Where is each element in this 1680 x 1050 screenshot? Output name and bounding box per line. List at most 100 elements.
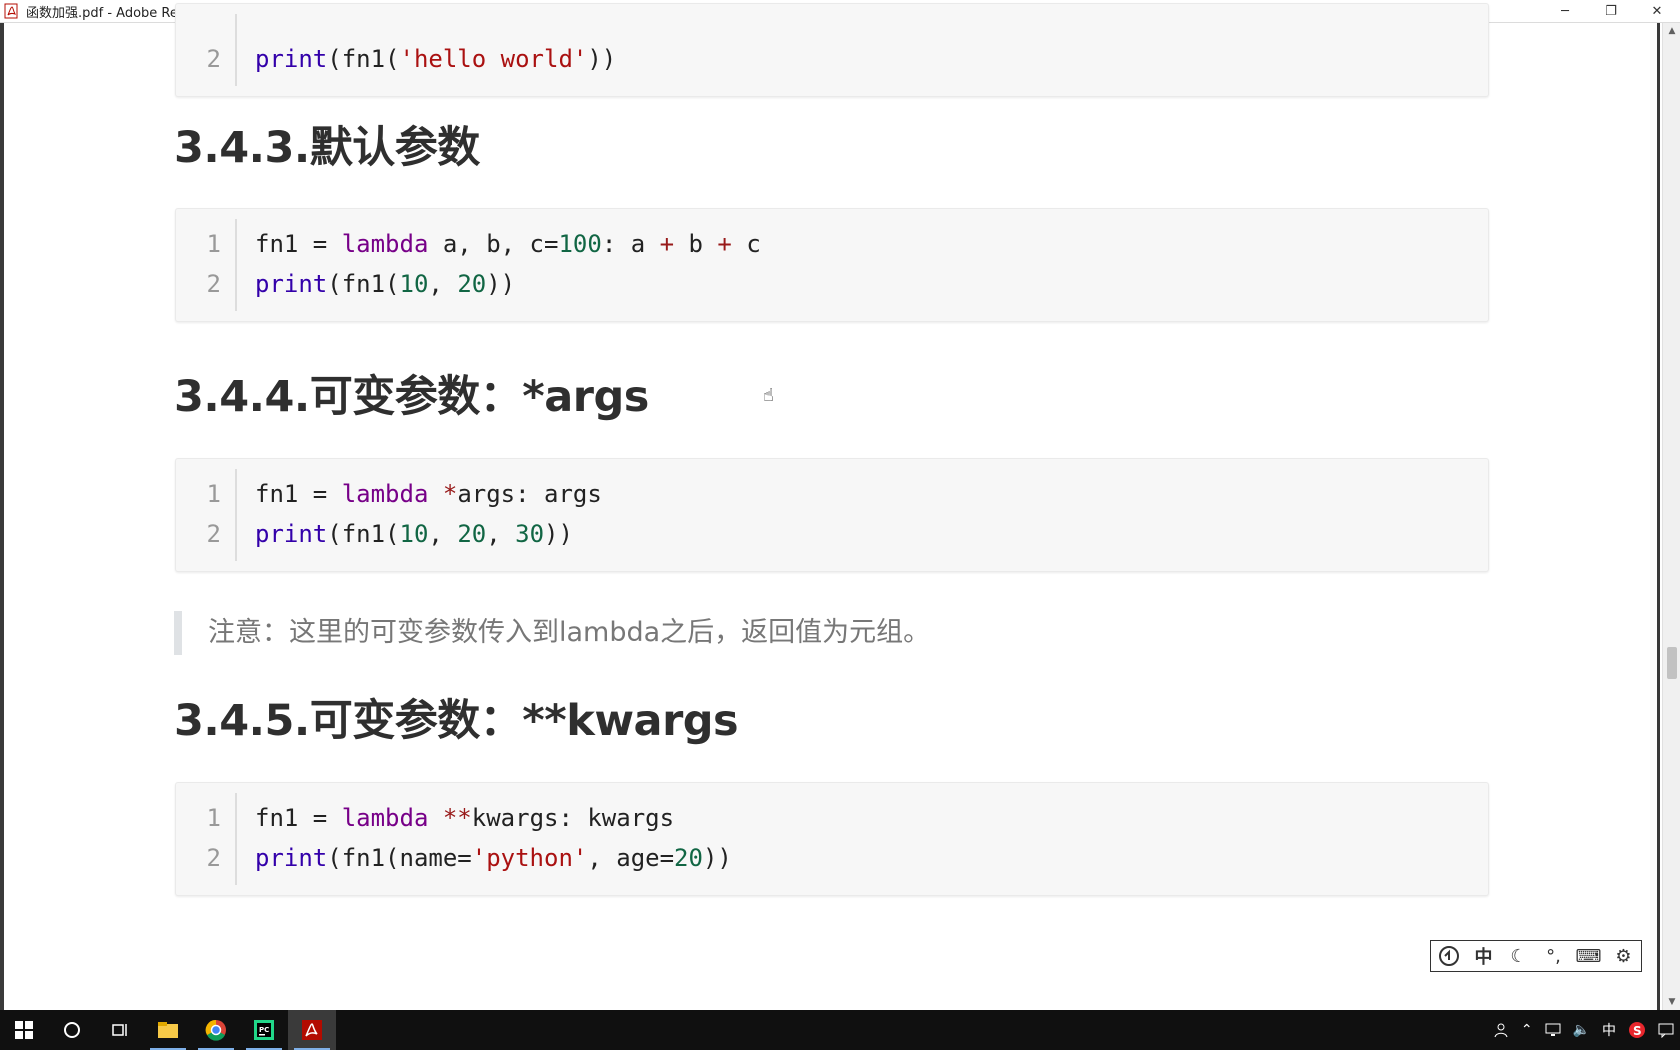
line-number: 2 (206, 45, 221, 73)
network-icon[interactable] (1539, 1023, 1567, 1037)
code-line: 1 fn1 = lambda **kwargs: kwargs (176, 797, 1488, 839)
code-token: b (674, 230, 718, 258)
chrome-icon[interactable] (192, 1010, 240, 1050)
code-token: print (255, 270, 328, 298)
code-text: print(fn1(name='python', age=20)) (255, 837, 732, 879)
code-token: (fn1( (327, 270, 400, 298)
code-token: 'python' (471, 844, 588, 872)
code-block-kwargs: 1 fn1 = lambda **kwargs: kwargs 2 print(fn1… (175, 782, 1489, 896)
adobe-reader-icon[interactable] (288, 1010, 336, 1050)
code-token: fn1 = (255, 804, 342, 832)
code-token: )) (587, 45, 617, 73)
document-viewer[interactable]: 2 print(fn1('hello world')) 3.4.3.默认参数 1f… (0, 3, 1680, 1010)
section-heading-args: 3.4.4.可变参数：*args (174, 372, 649, 422)
code-token: 100 (558, 230, 602, 258)
pycharm-icon[interactable]: PC (240, 1010, 288, 1050)
code-token: (fn1(name= (327, 844, 472, 872)
scroll-up-icon[interactable]: ▲ (1663, 23, 1680, 39)
code-token: (fn1( (327, 45, 400, 73)
code-token: 'hello world' (399, 45, 588, 73)
note-blockquote: 注意：这里的可变参数传入到lambda之后，返回值为元组。 (174, 611, 930, 655)
code-token: , (486, 520, 516, 548)
cortana-icon[interactable] (48, 1010, 96, 1050)
scroll-down-icon[interactable]: ▼ (1663, 994, 1680, 1010)
scrollbar-thumb[interactable] (1667, 647, 1677, 679)
code-token: : a (601, 230, 660, 258)
ime-language-toggle[interactable]: 中 (1471, 943, 1497, 969)
line-number: 1 (206, 480, 221, 508)
line-number: 2 (206, 844, 221, 872)
code-token: , age= (587, 844, 675, 872)
code-token: 20 (457, 520, 487, 548)
code-token: , (428, 520, 458, 548)
code-token: kwargs: kwargs (471, 804, 675, 832)
code-line: 2 print(fn1('hello world')) (176, 38, 1488, 80)
code-block-top: 2 print(fn1('hello world')) (175, 3, 1489, 97)
start-icon[interactable] (0, 1010, 48, 1050)
adobe-reader-app-icon (4, 3, 20, 19)
people-icon[interactable] (1487, 1022, 1515, 1038)
code-block-args: 1 fn1 = lambda *args: args 2 print(fn1(10, … (175, 458, 1489, 572)
code-token: print (255, 520, 328, 548)
code-token: )) (544, 520, 573, 548)
restore-button[interactable]: ❐ (1588, 0, 1634, 22)
code-token: a, b, c= (428, 230, 559, 258)
code-token: 20 (674, 844, 703, 872)
code-line: 2 print(fn1(10, 20)) (176, 263, 1488, 305)
code-text: fn1 = lambda *args: args (255, 473, 602, 515)
moon-icon[interactable]: ☾ (1506, 943, 1532, 969)
sogou-icon[interactable]: S (1622, 1021, 1652, 1039)
code-token: + (659, 230, 675, 258)
close-button[interactable]: ✕ (1634, 0, 1680, 22)
code-token: )) (486, 270, 516, 298)
code-token: )) (702, 844, 732, 872)
gear-icon[interactable]: ⚙ (1611, 943, 1637, 969)
ime-punctuation-toggle[interactable]: °, (1541, 943, 1567, 969)
code-token: lambda (341, 480, 429, 508)
code-token: 20 (457, 270, 487, 298)
code-token: 30 (515, 520, 545, 548)
svg-text:S: S (1633, 1024, 1642, 1038)
code-text: fn1 = lambda a, b, c=100: a + b + c (255, 223, 761, 265)
ime-indicator[interactable]: 中 (1596, 1020, 1622, 1040)
code-block-default-params: 1 fn1 = lambda a, b, c=100: a + b + c 2 pri… (175, 208, 1489, 322)
system-tray: ⌃ 🔈 中 S (1487, 1010, 1680, 1050)
taskbar: PC ⌃ 🔈 中 S (0, 1010, 1680, 1050)
code-text: print(fn1('hello world')) (255, 38, 616, 80)
svg-text:PC: PC (259, 1026, 269, 1034)
code-text: fn1 = lambda **kwargs: kwargs (255, 797, 674, 839)
hand-cursor-icon: ☝ (763, 385, 774, 406)
code-token: print (255, 45, 328, 73)
line-number: 1 (206, 230, 221, 258)
code-token: c (731, 230, 761, 258)
keyboard-icon[interactable]: ⌨ (1576, 943, 1602, 969)
line-number: 2 (206, 520, 221, 548)
task-view-icon[interactable] (96, 1010, 144, 1050)
minimize-button[interactable]: ─ (1542, 0, 1588, 22)
code-token: lambda (341, 804, 429, 832)
notification-icon[interactable] (1652, 1022, 1680, 1038)
line-number: 2 (206, 270, 221, 298)
code-token: fn1 = (255, 230, 342, 258)
code-line: 1 fn1 = lambda *args: args (176, 473, 1488, 515)
ime-logo-icon[interactable] (1436, 943, 1462, 969)
code-text: print(fn1(10, 20)) (255, 263, 515, 305)
code-line: 2 print(fn1(10, 20, 30)) (176, 513, 1488, 555)
code-token: 10 (399, 270, 429, 298)
chevron-up-icon[interactable]: ⌃ (1515, 1022, 1539, 1038)
file-explorer-icon[interactable] (144, 1010, 192, 1050)
volume-icon[interactable]: 🔈 (1567, 1022, 1596, 1038)
ime-toolbar: 中 ☾ °, ⌨ ⚙ (1430, 940, 1642, 972)
code-line: 1 fn1 = lambda a, b, c=100: a + b + c (176, 223, 1488, 265)
code-token: * (442, 480, 458, 508)
code-token: ** (442, 804, 472, 832)
vertical-scrollbar[interactable]: ▲ ▼ (1662, 23, 1680, 1010)
viewer-right-border (1657, 23, 1660, 1010)
code-token: args: args (457, 480, 602, 508)
viewer-left-border (0, 23, 4, 1010)
code-line: 2 print(fn1(name='python', age=20)) (176, 837, 1488, 879)
code-token: lambda (341, 230, 429, 258)
code-token: fn1 = (255, 480, 342, 508)
